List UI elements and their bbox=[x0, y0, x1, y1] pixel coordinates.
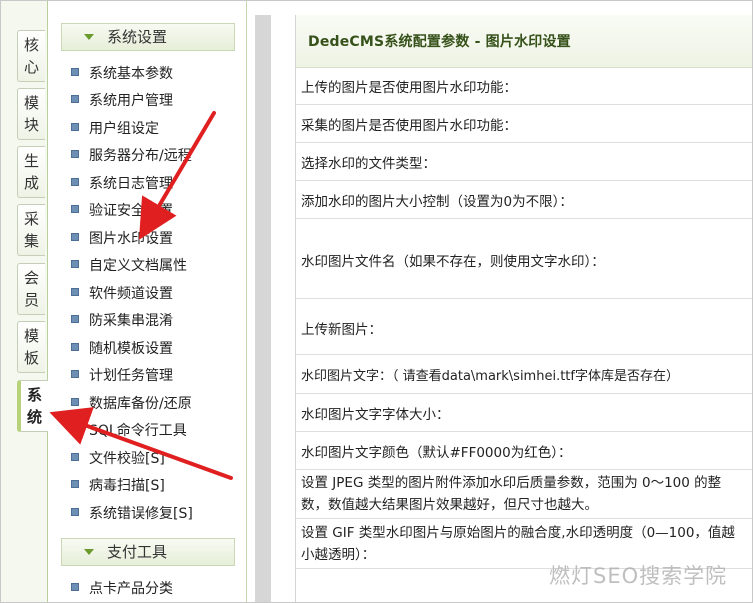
tab-system[interactable]: 系 统 bbox=[17, 380, 48, 432]
bullet-icon bbox=[71, 508, 79, 516]
side-menu: 系统设置 系统基本参数 系统用户管理 用户组设定 服务器分布/远程 系统日志管理… bbox=[48, 1, 247, 602]
bullet-icon bbox=[71, 123, 79, 131]
setting-row-watermark-text: 水印图片文字：（ 请查看data\mark\simhei.ttf字体库是否存在） bbox=[296, 355, 752, 394]
menu-item-image-watermark[interactable]: 图片水印设置 bbox=[71, 229, 173, 249]
window: 核 心 模 块 生 成 采 集 会 员 模 板 系 统 系统设置 系统基本参数 … bbox=[0, 0, 753, 603]
menu-item-system-users[interactable]: 系统用户管理 bbox=[71, 91, 173, 111]
panel-splitter[interactable] bbox=[247, 1, 277, 602]
page-title: DedeCMS系统配置参数 - 图片水印设置 bbox=[308, 34, 571, 50]
setting-row-upload-watermark: 上传的图片是否使用图片水印功能： bbox=[296, 67, 752, 105]
menu-section-payment-tools[interactable]: 支付工具 bbox=[61, 538, 235, 566]
bullet-icon bbox=[71, 178, 79, 186]
menu-item-sql-tool[interactable]: SQL命令行工具 bbox=[71, 421, 187, 441]
bullet-icon bbox=[71, 398, 79, 406]
menu-section-label: 系统设置 bbox=[107, 28, 168, 46]
settings-content: DedeCMS系统配置参数 - 图片水印设置 上传的图片是否使用图片水印功能： … bbox=[295, 15, 752, 602]
setting-row-upload-new-image: 上传新图片： bbox=[296, 299, 752, 355]
tab-collect[interactable]: 采 集 bbox=[17, 204, 45, 256]
bullet-icon bbox=[71, 343, 79, 351]
menu-section-label: 支付工具 bbox=[107, 543, 168, 561]
bullet-icon bbox=[71, 425, 79, 433]
bullet-icon bbox=[71, 260, 79, 268]
image-watermark-text: 燃灯SEO搜索学院 bbox=[549, 564, 728, 588]
setting-row-collect-watermark: 采集的图片是否使用图片水印功能： bbox=[296, 105, 752, 143]
menu-section-system-settings[interactable]: 系统设置 bbox=[61, 23, 235, 51]
setting-row-jpeg-quality: 设置 JPEG 类型的图片附件添加水印后质量参数，范围为 0～100 的整数，数… bbox=[296, 470, 752, 519]
bullet-icon bbox=[71, 583, 79, 591]
bullet-icon bbox=[71, 315, 79, 323]
bullet-icon bbox=[71, 233, 79, 241]
bullet-icon bbox=[71, 453, 79, 461]
setting-row-text-size: 水印图片文字字体大小： bbox=[296, 394, 752, 432]
bullet-icon bbox=[71, 150, 79, 158]
menu-item-db-backup[interactable]: 数据库备份/还原 bbox=[71, 394, 192, 414]
menu-item-server-distribution[interactable]: 服务器分布/远程 bbox=[71, 146, 192, 166]
menu-item-file-check[interactable]: 文件校验[S] bbox=[71, 449, 165, 469]
bullet-icon bbox=[71, 288, 79, 296]
menu-item-system-basic[interactable]: 系统基本参数 bbox=[71, 64, 173, 84]
tab-core[interactable]: 核 心 bbox=[17, 30, 45, 82]
bullet-icon bbox=[71, 68, 79, 76]
bullet-icon bbox=[71, 480, 79, 488]
setting-row-file-type: 选择水印的文件类型： bbox=[296, 143, 752, 181]
menu-item-custom-doc-attrs[interactable]: 自定义文档属性 bbox=[71, 256, 187, 276]
bullet-icon bbox=[71, 95, 79, 103]
collapse-triangle-icon bbox=[84, 34, 94, 40]
setting-row-watermark-file: 水印图片文件名（如果不存在，则使用文字水印）： bbox=[296, 219, 752, 299]
bullet-icon bbox=[71, 370, 79, 378]
menu-item-card-category[interactable]: 点卡产品分类 bbox=[71, 579, 173, 599]
collapse-triangle-icon bbox=[84, 549, 94, 555]
menu-item-scheduled-tasks[interactable]: 计划任务管理 bbox=[71, 366, 173, 386]
tab-generate[interactable]: 生 成 bbox=[17, 146, 45, 198]
menu-item-virus-scan[interactable]: 病毒扫描[S] bbox=[71, 476, 165, 496]
menu-item-error-repair[interactable]: 系统错误修复[S] bbox=[71, 504, 193, 524]
bullet-icon bbox=[71, 205, 79, 213]
menu-item-software-channel[interactable]: 软件频道设置 bbox=[71, 284, 173, 304]
splitter-bar[interactable] bbox=[255, 15, 271, 602]
menu-item-security[interactable]: 验证安全设置 bbox=[71, 201, 173, 221]
menu-item-system-log[interactable]: 系统日志管理 bbox=[71, 174, 173, 194]
settings-title-bar: DedeCMS系统配置参数 - 图片水印设置 bbox=[296, 15, 752, 68]
tab-members[interactable]: 会 员 bbox=[17, 263, 45, 315]
tab-templates[interactable]: 模 板 bbox=[17, 321, 45, 373]
tab-modules[interactable]: 模 块 bbox=[17, 88, 45, 140]
menu-item-anti-collect[interactable]: 防采集串混淆 bbox=[71, 311, 173, 331]
setting-row-size-limit: 添加水印的图片大小控制（设置为0为不限）： bbox=[296, 181, 752, 219]
module-tab-strip: 核 心 模 块 生 成 采 集 会 员 模 板 系 统 bbox=[1, 1, 48, 602]
menu-item-user-groups[interactable]: 用户组设定 bbox=[71, 119, 159, 139]
setting-row-text-color: 水印图片文字颜色（默认#FF0000为红色）： bbox=[296, 432, 752, 470]
menu-item-random-template[interactable]: 随机模板设置 bbox=[71, 339, 173, 359]
